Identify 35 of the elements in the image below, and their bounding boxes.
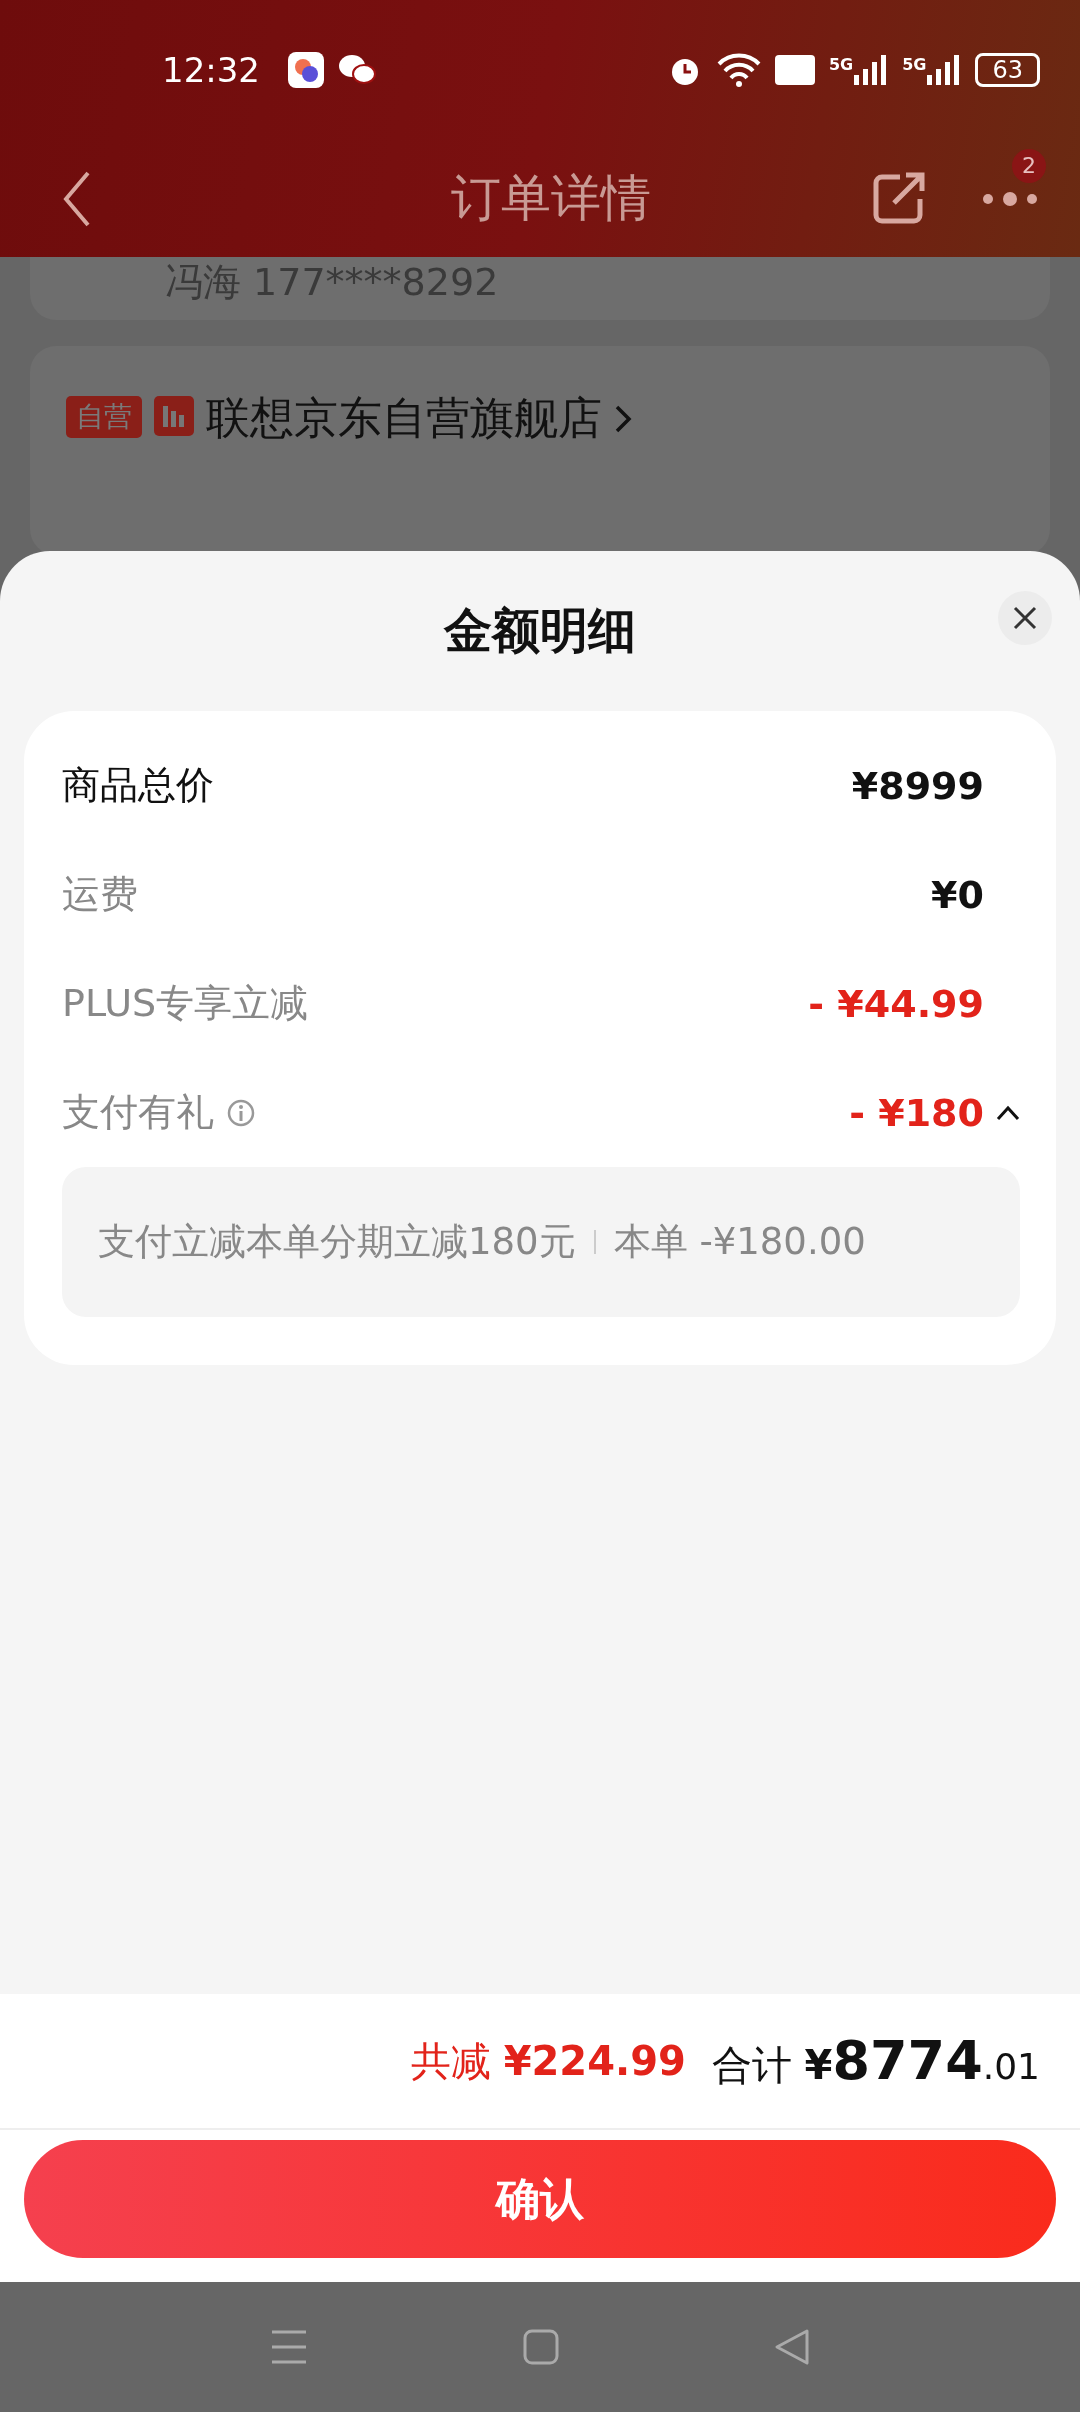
close-icon [1013,606,1037,630]
notification-badge: 2 [1012,148,1046,183]
promo-detail-text: 支付立减本单分期立减180元 [98,1219,576,1265]
wifi-icon [716,52,761,88]
row-amount: - ¥44.99 [808,981,984,1026]
chat-icon [338,54,376,86]
signal-icon [854,55,889,85]
store-tag: 自营 [66,395,142,438]
row-label: PLUS专享立减 [62,980,309,1027]
chevron-up-icon[interactable] [996,1104,1020,1121]
confirm-button[interactable]: 确认 [24,2140,1056,2258]
info-icon[interactable] [226,1097,256,1128]
row-label: 支付有礼 [62,1089,214,1136]
row-amount: ¥0 [931,872,984,917]
order-total: 合计 ¥8774.01 [711,2029,1040,2093]
network-label: 5G [828,55,854,74]
home-icon[interactable] [523,2329,559,2365]
sheet-title: 金额明细 [444,601,636,660]
page-title: 订单详情 [450,168,652,229]
row-amount: - ¥180 [849,1090,984,1135]
discount-total: 共减 ¥224.99 [410,2036,686,2086]
row-amount: ¥8999 [851,763,984,808]
menu-icon[interactable] [270,2328,308,2366]
store-name[interactable]: 联想京东自营旗舰店 [206,395,602,440]
signal-icon [927,55,962,85]
row-label: 运费 [62,871,138,918]
status-time: 12:32 [162,50,260,90]
app-icon [288,52,324,88]
battery-indicator: 63 [975,53,1040,87]
promo-detail-amount: 本单 -¥180.00 [613,1219,866,1265]
network-label: 5G [902,55,927,74]
back-nav-icon[interactable] [774,2328,810,2366]
row-label: 商品总价 [62,762,214,809]
store-icon [154,395,194,436]
chevron-right-icon[interactable] [614,403,632,434]
